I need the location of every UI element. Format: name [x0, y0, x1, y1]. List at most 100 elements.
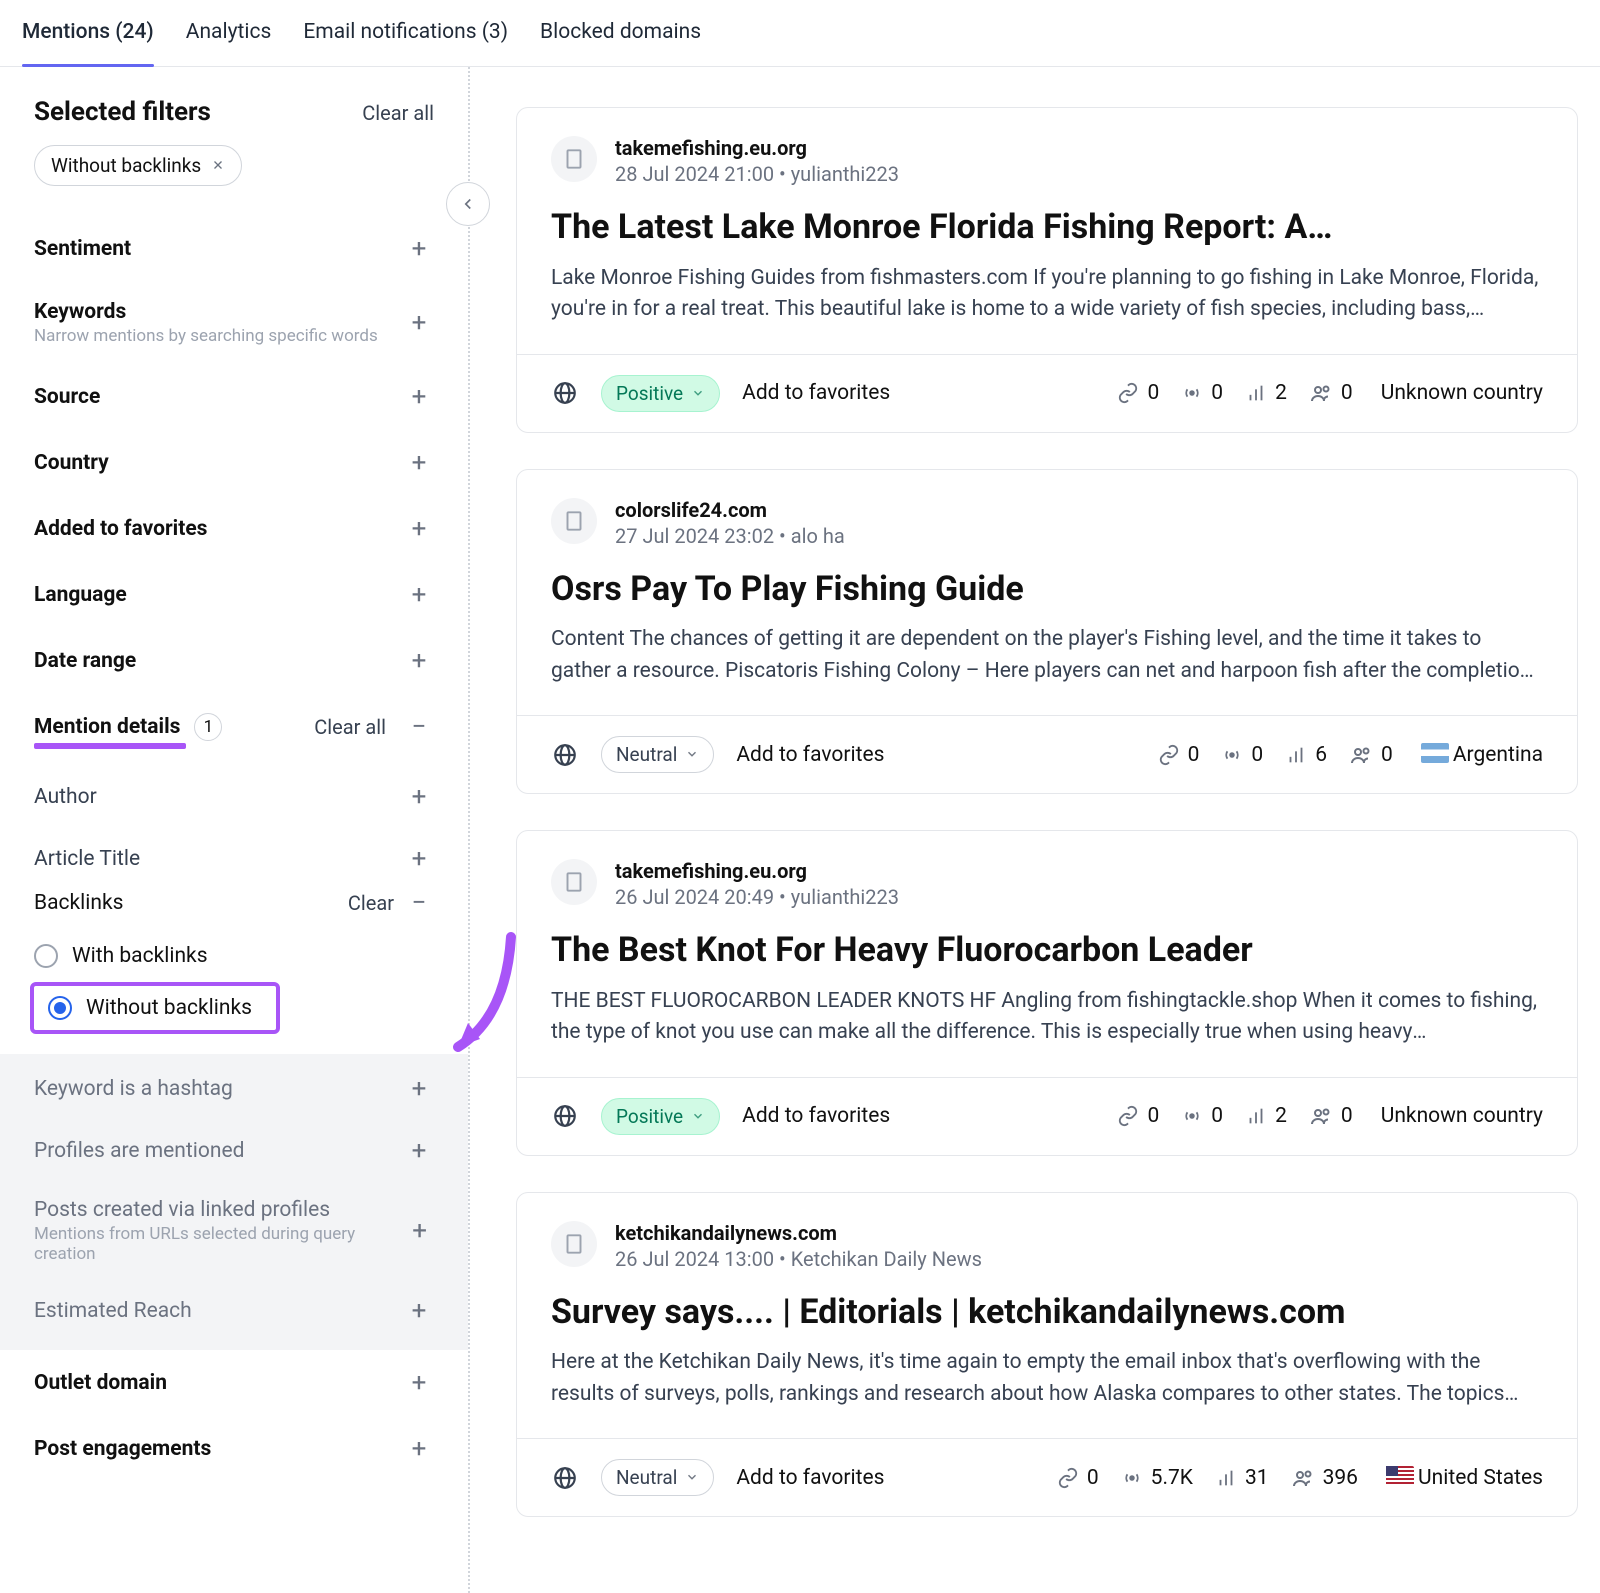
filter-keyword-hashtag[interactable]: Keyword is a hashtag + — [34, 1058, 434, 1120]
chevron-left-icon — [459, 195, 477, 213]
add-to-favorites-button[interactable]: Add to favorites — [742, 1104, 890, 1128]
stat-backlinks: 0 — [1117, 381, 1159, 405]
plus-icon: + — [404, 1136, 434, 1166]
plus-icon: + — [404, 782, 434, 812]
stat-reach: 5.7K — [1121, 1466, 1193, 1490]
mention-title[interactable]: Survey says.... | Editorials | ketchikan… — [551, 1291, 1543, 1334]
filter-mention-details[interactable]: Mention details 1 Clear all − — [34, 694, 434, 750]
clear-all-button[interactable]: Clear all — [362, 101, 434, 125]
stat-traffic: 6 — [1285, 743, 1327, 767]
mention-country: Unknown country — [1381, 381, 1543, 405]
filter-author[interactable]: Author + — [34, 766, 434, 828]
filter-country[interactable]: Country + — [34, 430, 434, 496]
chevron-down-icon — [685, 1466, 699, 1489]
collapse-sidebar-button[interactable] — [446, 182, 490, 226]
tabs-bar: Mentions (24) Analytics Email notificati… — [0, 0, 1600, 67]
filter-source[interactable]: Source + — [34, 364, 434, 430]
sentiment-dropdown[interactable]: Neutral — [601, 1459, 714, 1496]
stat-backlinks: 0 — [1158, 743, 1200, 767]
tab-analytics[interactable]: Analytics — [186, 0, 272, 66]
globe-icon[interactable] — [551, 741, 579, 769]
filter-added-to-favorites[interactable]: Added to favorites + — [34, 496, 434, 562]
mention-details-count: 1 — [194, 713, 222, 741]
stat-audience: 0 — [1309, 1104, 1353, 1128]
stat-traffic: 31 — [1215, 1466, 1269, 1490]
mention-description: Lake Monroe Fishing Guides from fishmast… — [551, 263, 1543, 326]
sentiment-dropdown[interactable]: Neutral — [601, 736, 714, 773]
stat-reach: 0 — [1181, 1104, 1223, 1128]
add-to-favorites-button[interactable]: Add to favorites — [742, 381, 890, 405]
flag-icon — [1386, 1466, 1414, 1486]
filter-sentiment[interactable]: Sentiment + — [34, 216, 434, 282]
filter-date-range[interactable]: Date range + — [34, 628, 434, 694]
stat-backlinks: 0 — [1057, 1466, 1099, 1490]
mention-card[interactable]: ketchikandailynews.com 26 Jul 2024 13:00… — [516, 1192, 1578, 1518]
filters-sidebar: Selected filters Clear all Without backl… — [0, 67, 470, 1593]
minus-icon: − — [404, 712, 434, 742]
globe-icon[interactable] — [551, 379, 579, 407]
plus-icon: + — [404, 308, 434, 338]
plus-icon: + — [404, 1296, 434, 1326]
filter-outlet-domain[interactable]: Outlet domain + — [34, 1350, 434, 1416]
plus-icon: + — [404, 514, 434, 544]
filter-chip-without-backlinks[interactable]: Without backlinks — [34, 145, 242, 186]
plus-icon: + — [404, 646, 434, 676]
sentiment-dropdown[interactable]: Positive — [601, 1098, 720, 1135]
globe-icon[interactable] — [551, 1102, 579, 1130]
source-domain: takemefishing.eu.org — [615, 859, 899, 883]
globe-icon[interactable] — [551, 1464, 579, 1492]
mention-meta: 27 Jul 2024 23:02 • alo ha — [615, 524, 845, 548]
plus-icon: + — [404, 580, 434, 610]
mention-card[interactable]: colorslife24.com 27 Jul 2024 23:02 • alo… — [516, 469, 1578, 795]
filter-posts-created[interactable]: Posts created via linked profilesMention… — [34, 1182, 434, 1280]
filter-keywords[interactable]: KeywordsNarrow mentions by searching spe… — [34, 282, 434, 364]
stat-reach: 0 — [1181, 381, 1223, 405]
sentiment-dropdown[interactable]: Positive — [601, 375, 720, 412]
source-favicon — [551, 859, 597, 905]
chip-remove-icon[interactable] — [211, 154, 225, 177]
plus-icon: + — [404, 1368, 434, 1398]
source-favicon — [551, 498, 597, 544]
tab-email-notifications[interactable]: Email notifications (3) — [303, 0, 508, 66]
mention-title[interactable]: The Latest Lake Monroe Florida Fishing R… — [551, 206, 1543, 249]
tab-mentions[interactable]: Mentions (24) — [22, 0, 154, 66]
stat-traffic: 2 — [1245, 1104, 1287, 1128]
add-to-favorites-button[interactable]: Add to favorites — [736, 1466, 884, 1490]
mention-description: THE BEST FLUOROCARBON LEADER KNOTS HF An… — [551, 986, 1543, 1049]
chip-label: Without backlinks — [51, 154, 201, 177]
plus-icon: + — [404, 1434, 434, 1464]
radio-without-backlinks[interactable]: Without backlinks — [30, 982, 280, 1034]
add-to-favorites-button[interactable]: Add to favorites — [736, 743, 884, 767]
mention-details-clear-all[interactable]: Clear all — [314, 715, 386, 739]
selected-filters-heading: Selected filters — [34, 97, 211, 127]
mention-description: Here at the Ketchikan Daily News, it's t… — [551, 1347, 1543, 1410]
source-domain: ketchikandailynews.com — [615, 1221, 982, 1245]
plus-icon: + — [405, 1216, 434, 1246]
filter-post-engagements[interactable]: Post engagements + — [34, 1416, 434, 1482]
mention-country: Unknown country — [1381, 1104, 1543, 1128]
plus-icon: + — [404, 382, 434, 412]
mention-description: Content The chances of getting it are de… — [551, 624, 1543, 687]
mention-title[interactable]: The Best Knot For Heavy Fluorocarbon Lea… — [551, 929, 1543, 972]
plus-icon: + — [404, 844, 434, 874]
mention-card[interactable]: takemefishing.eu.org 28 Jul 2024 21:00 •… — [516, 107, 1578, 433]
filter-profiles-mentioned[interactable]: Profiles are mentioned + — [34, 1120, 434, 1182]
mention-card[interactable]: takemefishing.eu.org 26 Jul 2024 20:49 •… — [516, 830, 1578, 1156]
minus-icon: − — [404, 888, 434, 918]
filter-backlinks[interactable]: Backlinks Clear − — [34, 872, 434, 934]
plus-icon: + — [404, 234, 434, 264]
stat-traffic: 2 — [1245, 381, 1287, 405]
filter-language[interactable]: Language + — [34, 562, 434, 628]
stat-backlinks: 0 — [1117, 1104, 1159, 1128]
source-favicon — [551, 1221, 597, 1267]
radio-with-backlinks[interactable]: With backlinks — [34, 934, 434, 978]
chevron-down-icon — [691, 1105, 705, 1128]
plus-icon: + — [404, 448, 434, 478]
tab-blocked-domains[interactable]: Blocked domains — [540, 0, 701, 66]
filter-estimated-reach[interactable]: Estimated Reach + — [34, 1280, 434, 1342]
plus-icon: + — [404, 1074, 434, 1104]
mention-title[interactable]: Osrs Pay To Play Fishing Guide — [551, 568, 1543, 611]
mention-meta: 26 Jul 2024 13:00 • Ketchikan Daily News — [615, 1247, 982, 1271]
backlinks-clear[interactable]: Clear — [348, 891, 394, 915]
flag-icon — [1421, 743, 1449, 763]
